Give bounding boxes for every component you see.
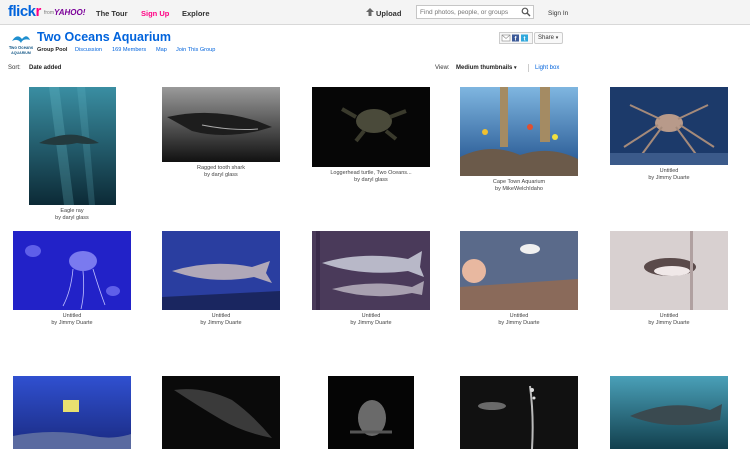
photo-thumbnail[interactable] [162, 376, 280, 449]
photo-author[interactable]: by daryl glass [301, 177, 441, 184]
share-icons: f t [499, 32, 533, 44]
photo-thumbnail[interactable] [312, 231, 430, 310]
chevron-down-icon: ▾ [514, 65, 517, 71]
photo-title[interactable]: Ragged tooth shark [151, 165, 291, 172]
photo-title[interactable]: Untitled [151, 313, 291, 320]
email-icon[interactable] [501, 34, 511, 42]
search-input[interactable] [416, 5, 534, 19]
photo-author[interactable]: by Jimmy Duarte [449, 320, 589, 327]
view-label: View: [435, 65, 450, 71]
svg-text:t: t [524, 36, 526, 42]
photo-author[interactable]: by MikeWelchIdaho [449, 186, 589, 193]
group-logo-text-top: Two Oceans [9, 45, 34, 50]
photo-title[interactable]: Untitled [449, 313, 589, 320]
photo-thumbnail[interactable] [460, 87, 578, 176]
sign-in-link[interactable]: Sign In [548, 10, 568, 17]
photo-author[interactable]: by Jimmy Duarte [599, 320, 739, 327]
subnav-members[interactable]: 169 Members [112, 47, 146, 53]
photo-title[interactable]: Untitled [2, 313, 142, 320]
twitter-icon[interactable]: t [521, 34, 528, 43]
photo-thumbnail[interactable] [328, 376, 414, 449]
group-title[interactable]: Two Oceans Aquarium [37, 30, 171, 44]
view-value: Medium thumbnails [456, 65, 513, 71]
facebook-icon[interactable]: f [512, 34, 519, 43]
photo-thumbnail[interactable] [162, 231, 280, 310]
photo-title[interactable]: Untitled [599, 313, 739, 320]
photo-caption: Eagle ray by daryl glass [2, 208, 142, 222]
view-dropdown[interactable]: Medium thumbnails ▾ [456, 65, 517, 71]
group-logo-text-bottom: AQUARIUM [11, 51, 31, 55]
photo-thumbnail[interactable] [13, 231, 131, 310]
subnav-join-group[interactable]: Join This Group [176, 47, 215, 53]
view-separator [528, 64, 529, 72]
search-icon[interactable] [521, 7, 531, 17]
photo-thumbnail[interactable] [162, 87, 280, 162]
group-logo[interactable]: Two Oceans AQUARIUM [8, 31, 34, 57]
photo-thumbnail[interactable] [610, 231, 728, 310]
nav-sign-up[interactable]: Sign Up [141, 9, 169, 18]
photo-caption: Loggerhead turtle, Two Oceans... by daryl… [301, 170, 441, 184]
sort-date-added[interactable]: Date added [29, 65, 61, 71]
lightbox-link[interactable]: Light box [535, 65, 559, 71]
photo-title[interactable]: Eagle ray [2, 208, 142, 215]
nav-explore[interactable]: Explore [182, 9, 210, 18]
upload-link[interactable]: Upload [376, 9, 401, 18]
photo-caption: Untitled by Jimmy Duarte [599, 168, 739, 182]
photo-thumbnail[interactable] [460, 231, 578, 310]
photo-title[interactable]: Loggerhead turtle, Two Oceans... [301, 170, 441, 177]
photo-thumbnail[interactable] [29, 87, 116, 205]
photo-author[interactable]: by Jimmy Duarte [599, 175, 739, 182]
photo-caption: Cape Town Aquarium by MikeWelchIdaho [449, 179, 589, 193]
subnav-map[interactable]: Map [156, 47, 167, 53]
yahoo-logo: YAHOO! [54, 8, 86, 17]
photo-author[interactable]: by daryl glass [2, 215, 142, 222]
share-button[interactable]: Share ▾ [534, 32, 563, 44]
subnav-group-pool[interactable]: Group Pool [37, 47, 67, 53]
chevron-down-icon: ▾ [555, 35, 559, 41]
logo-accent-text: r [35, 3, 42, 20]
photo-title[interactable]: Cape Town Aquarium [449, 179, 589, 186]
photo-caption: Untitled by Jimmy Duarte [599, 313, 739, 327]
logo-main-text: flick [8, 3, 36, 20]
photo-caption: Untitled by Jimmy Duarte [2, 313, 142, 327]
photo-title[interactable]: Untitled [599, 168, 739, 175]
photo-thumbnail[interactable] [610, 376, 728, 449]
photo-thumbnail[interactable] [610, 87, 728, 165]
flickr-logo[interactable]: flickr [8, 4, 41, 19]
photo-author[interactable]: by Jimmy Duarte [2, 320, 142, 327]
logo-from: from [44, 10, 54, 16]
photo-caption: Untitled by Jimmy Duarte [301, 313, 441, 327]
photo-caption: Untitled by Jimmy Duarte [449, 313, 589, 327]
photo-author[interactable]: by Jimmy Duarte [301, 320, 441, 327]
upload-icon[interactable] [366, 8, 374, 17]
photo-author[interactable]: by Jimmy Duarte [151, 320, 291, 327]
photo-title[interactable]: Untitled [301, 313, 441, 320]
share-label: Share [538, 35, 555, 41]
photo-thumbnail[interactable] [460, 376, 578, 449]
photo-caption: Untitled by Jimmy Duarte [151, 313, 291, 327]
sort-label: Sort: [8, 65, 21, 71]
photo-caption: Ragged tooth shark by daryl glass [151, 165, 291, 179]
nav-the-tour[interactable]: The Tour [96, 9, 128, 18]
photo-author[interactable]: by daryl glass [151, 172, 291, 179]
photo-thumbnail[interactable] [312, 87, 430, 167]
subnav-discussion[interactable]: Discussion [75, 47, 102, 53]
photo-thumbnail[interactable] [13, 376, 131, 449]
